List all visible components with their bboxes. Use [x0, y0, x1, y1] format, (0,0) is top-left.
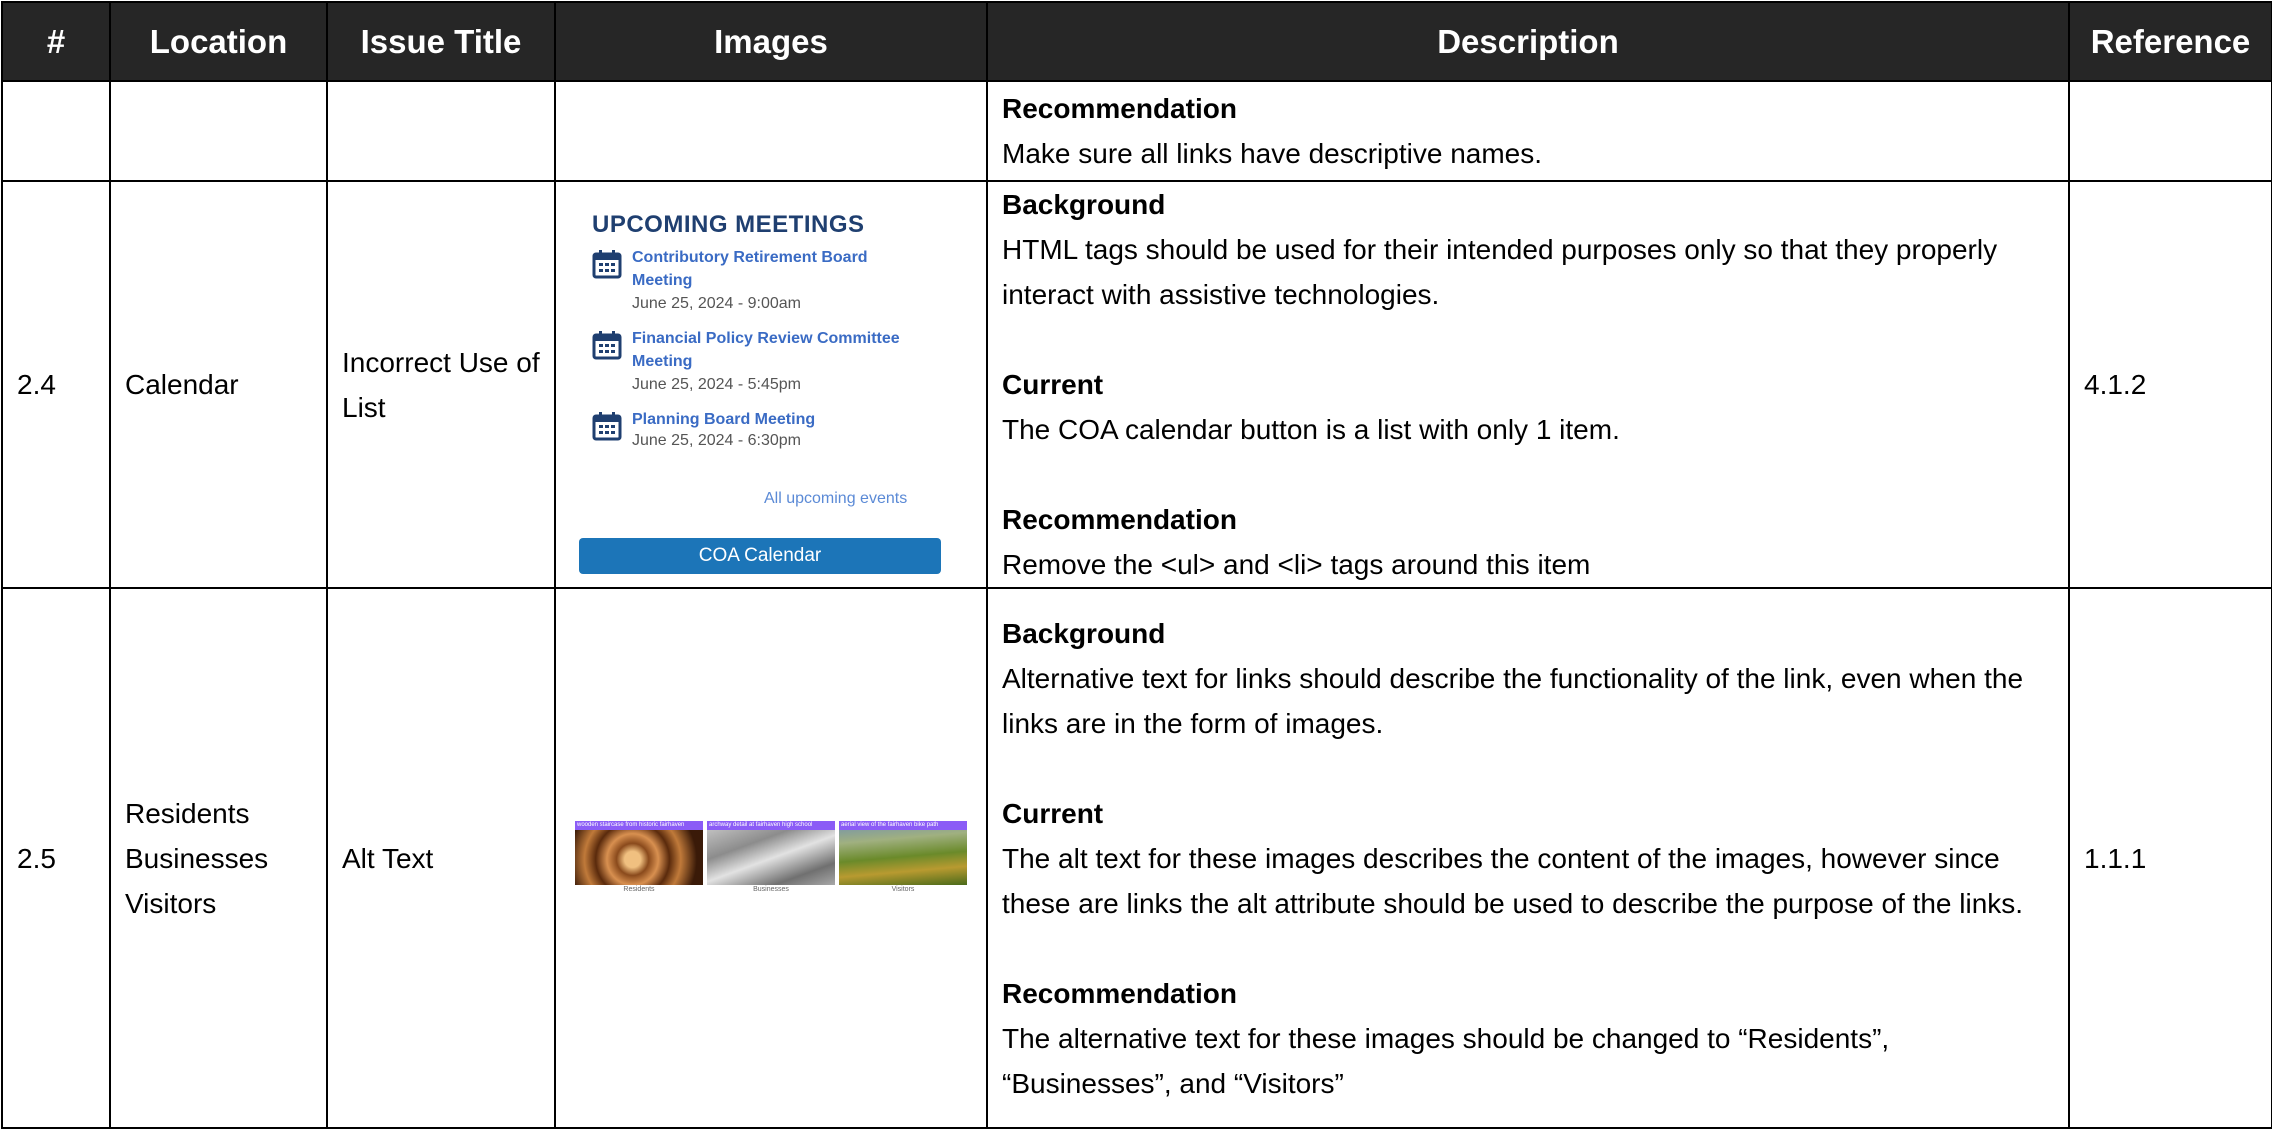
row-location [109, 80, 328, 182]
thumbnail-caption: Visitors [891, 886, 915, 893]
meetings-title: UPCOMING MEETINGS [592, 210, 865, 238]
row-reference: 4.1.2 [2068, 180, 2272, 589]
table-row: 2.5 Residents Businesses Visitors Alt Te… [1, 587, 2272, 1129]
header-row: # Location Issue Title Images Descriptio… [1, 1, 2272, 82]
current-text: The alt text for these images describes … [1002, 842, 2024, 919]
businesses-thumbnail[interactable]: archway detail at fairhaven high school … [707, 821, 835, 895]
meeting-date: June 25, 2024 - 5:45pm [632, 375, 802, 393]
visitors-photo: aerial view of the fairhaven bike path [839, 821, 967, 885]
row-description: Recommendation Make sure all links have … [986, 80, 2070, 182]
col-header-issue-title: Issue Title [326, 1, 556, 82]
background-heading: Background [1002, 617, 1166, 649]
location-line: Businesses [125, 842, 269, 874]
current-heading: Current [1002, 797, 1104, 829]
recommendation-text: The alternative text for these images sh… [1002, 1022, 1890, 1099]
thumbnail-overlay: archway detail at fairhaven high school [707, 821, 835, 830]
all-upcoming-events-link[interactable]: All upcoming events [764, 476, 907, 521]
background-text: HTML tags should be used for their inten… [1002, 234, 1998, 310]
residents-thumbnail[interactable]: wooden staircase from historic fairhaven… [575, 821, 703, 895]
row-location: Calendar [109, 180, 328, 589]
row-images [554, 80, 988, 182]
findings-table: # Location Issue Title Images Descriptio… [1, 1, 2272, 1129]
col-header-location: Location [109, 1, 328, 82]
recommendation-text: Make sure all links have descriptive nam… [1002, 138, 1543, 169]
row-issue-title: Alt Text [326, 587, 556, 1129]
row-issue-title [326, 80, 556, 182]
calendar-icon [592, 249, 622, 278]
meeting-date: June 25, 2024 - 6:30pm [632, 431, 802, 449]
row-number [1, 80, 111, 182]
row-number: 2.4 [1, 180, 111, 589]
col-header-images: Images [554, 1, 988, 82]
meeting-date: June 25, 2024 - 9:00am [632, 294, 802, 312]
row-images: wooden staircase from historic fairhaven… [554, 587, 988, 1129]
location-line: Visitors [125, 887, 217, 919]
col-header-reference: Reference [2068, 1, 2272, 82]
background-heading: Background [1002, 189, 1166, 220]
thumbnail-overlay: aerial view of the fairhaven bike path [839, 821, 967, 830]
recommendation-text: Remove the <ul> and <li> tags around thi… [1002, 549, 1591, 580]
visitors-thumbnail[interactable]: aerial view of the fairhaven bike path V… [839, 821, 967, 895]
current-text: The COA calendar button is a list with o… [1002, 414, 1620, 445]
row-description: Background HTML tags should be used for … [986, 180, 2070, 589]
recommendation-heading: Recommendation [1002, 93, 1237, 124]
row-reference: 1.1.1 [2068, 587, 2272, 1129]
location-line: Residents [125, 797, 250, 829]
table-row: Recommendation Make sure all links have … [1, 80, 2272, 182]
table-row: 2.4 Calendar Incorrect Use of List UPCOM… [1, 180, 2272, 589]
row-images: UPCOMING MEETINGS Contributory Retiremen… [554, 180, 988, 589]
background-text: Alternative text for links should descri… [1002, 662, 2024, 739]
current-heading: Current [1002, 369, 1104, 400]
row-reference [2068, 80, 2272, 182]
thumbnail-group: wooden staircase from historic fairhaven… [570, 821, 972, 895]
row-location: Residents Businesses Visitors [109, 587, 328, 1129]
meeting-link[interactable]: Contributory Retirement Board Meeting [632, 246, 902, 292]
recommendation-heading: Recommendation [1002, 504, 1237, 535]
col-header-description: Description [986, 1, 2070, 82]
row-description: Background Alternative text for links sh… [986, 587, 2070, 1129]
businesses-photo: archway detail at fairhaven high school [707, 821, 835, 885]
thumbnail-caption: Residents [623, 886, 655, 893]
thumbnail-overlay: wooden staircase from historic fairhaven [575, 821, 703, 830]
meeting-link[interactable]: Planning Board Meeting [632, 408, 902, 431]
calendar-icon [592, 330, 622, 359]
meeting-link[interactable]: Financial Policy Review Committee Meetin… [632, 327, 902, 373]
residents-photo: wooden staircase from historic fairhaven [575, 821, 703, 885]
row-issue-title: Incorrect Use of List [326, 180, 556, 589]
upcoming-meetings-screenshot: UPCOMING MEETINGS Contributory Retiremen… [570, 190, 980, 580]
coa-calendar-button[interactable]: COA Calendar [579, 537, 941, 574]
calendar-icon [592, 411, 622, 440]
thumbnail-caption: Businesses [753, 886, 789, 893]
col-header-number: # [1, 1, 111, 82]
row-number: 2.5 [1, 587, 111, 1129]
recommendation-heading: Recommendation [1002, 977, 1237, 1009]
